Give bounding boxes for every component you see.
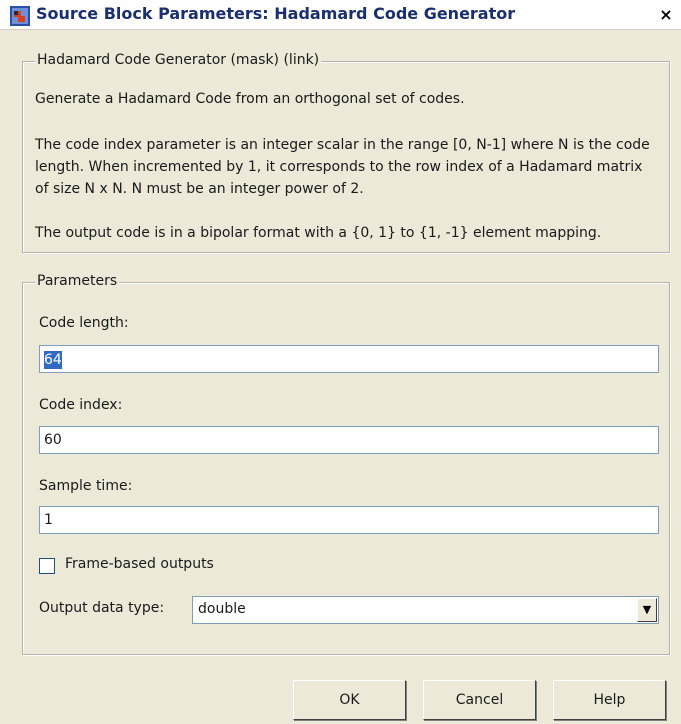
cancel-button[interactable]: Cancel bbox=[423, 680, 536, 720]
code-index-label: Code index: bbox=[39, 397, 123, 413]
code-length-label: Code length: bbox=[39, 315, 129, 331]
frame-based-outputs-label: Frame-based outputs bbox=[65, 556, 214, 572]
output-data-type-value: double bbox=[198, 601, 246, 617]
parameters-group: Parameters Code length: 64 Code index: 6… bbox=[22, 273, 670, 655]
code-index-input[interactable]: 60 bbox=[39, 426, 659, 454]
description-group-title: Hadamard Code Generator (mask) (link) bbox=[35, 52, 322, 68]
simulink-block-icon bbox=[10, 6, 30, 26]
description-paragraph-1: Generate a Hadamard Code from an orthogo… bbox=[35, 91, 465, 107]
sample-time-input[interactable]: 1 bbox=[39, 506, 659, 534]
description-paragraph-3: The output code is in a bipolar format w… bbox=[35, 225, 602, 241]
code-length-value: 64 bbox=[44, 351, 62, 369]
block-parameters-dialog: Source Block Parameters: Hadamard Code G… bbox=[0, 0, 681, 724]
ok-button[interactable]: OK bbox=[293, 680, 406, 720]
code-index-value: 60 bbox=[44, 432, 62, 448]
code-length-input[interactable]: 64 bbox=[39, 345, 659, 373]
parameters-group-title: Parameters bbox=[35, 273, 120, 289]
help-button[interactable]: Help bbox=[553, 680, 666, 720]
close-icon[interactable]: × bbox=[657, 6, 675, 24]
frame-based-outputs-checkbox[interactable] bbox=[39, 558, 55, 574]
chevron-down-icon[interactable]: ▼ bbox=[637, 598, 657, 622]
sample-time-label: Sample time: bbox=[39, 478, 133, 494]
description-paragraph-2: The code index parameter is an integer s… bbox=[35, 137, 650, 197]
sample-time-value: 1 bbox=[44, 512, 53, 528]
output-data-type-select[interactable]: double ▼ bbox=[192, 596, 659, 624]
window-title: Source Block Parameters: Hadamard Code G… bbox=[36, 4, 516, 23]
description-group: Hadamard Code Generator (mask) (link) Ge… bbox=[22, 52, 670, 253]
title-bar[interactable]: Source Block Parameters: Hadamard Code G… bbox=[0, 0, 681, 30]
output-data-type-label: Output data type: bbox=[39, 600, 165, 616]
